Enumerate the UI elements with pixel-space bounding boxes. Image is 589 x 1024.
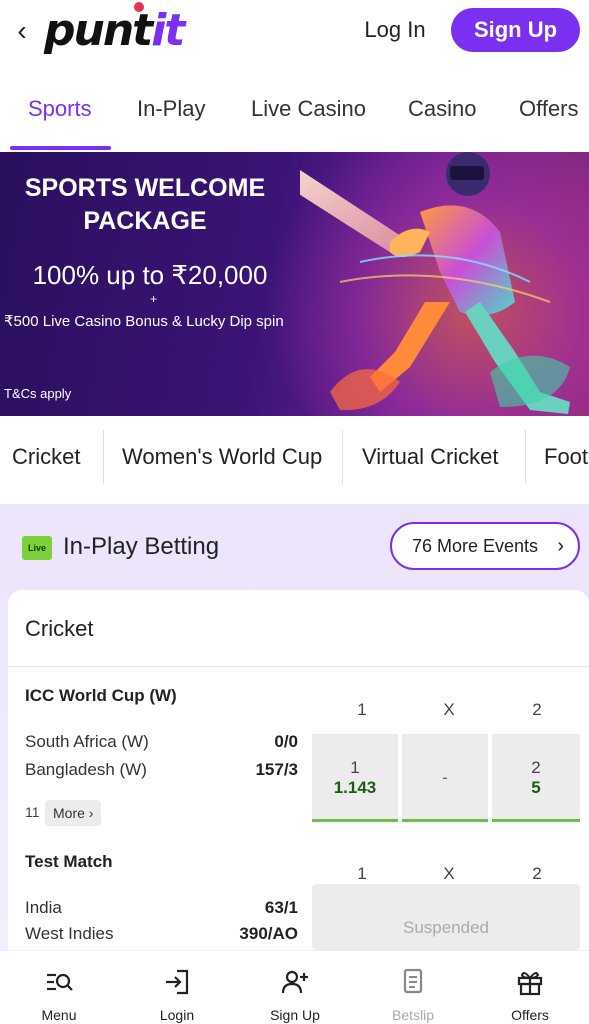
login-icon <box>166 969 189 995</box>
odds-indicator <box>402 819 488 822</box>
login-button[interactable]: Log In <box>358 12 432 48</box>
score-home: 63/1 <box>264 898 298 917</box>
competition-name: ICC World Cup (W) <box>25 686 177 705</box>
nav-sign-up[interactable]: Sign Up <box>236 951 354 1024</box>
logo-ball-icon <box>134 2 144 12</box>
competition-name: Test Match <box>25 852 113 871</box>
cricket-card: Cricket ICC World Cup (W) 1 X 2 South Af… <box>8 590 589 970</box>
bottom-nav: Menu Login Sign Up Betslip Offers <box>0 950 589 1024</box>
gift-icon <box>517 972 543 996</box>
nav-label: Sign Up <box>270 1007 320 1023</box>
nav-login[interactable]: Login <box>118 951 236 1024</box>
more-markets-button[interactable]: More › <box>45 800 102 826</box>
nav-label: Offers <box>511 1007 549 1023</box>
column-head-1: 1 <box>357 700 367 719</box>
chip-womens-world-cup[interactable]: Women's World Cup <box>122 438 322 476</box>
cricketer-illustration <box>300 152 570 414</box>
odds-value: 1.143 <box>333 778 377 797</box>
chip-virtual-cricket[interactable]: Virtual Cricket <box>362 438 499 476</box>
odds-value: 5 <box>531 778 541 797</box>
more-events-button[interactable]: 76 More Events › <box>390 522 580 570</box>
column-head-x: X <box>443 864 455 883</box>
odds-draw-value: - <box>442 768 448 787</box>
suspended-status: Suspended <box>312 884 580 950</box>
team-home: India <box>25 898 62 917</box>
team-home: South Africa (W) <box>25 732 149 751</box>
nav-label: Menu <box>41 1007 77 1023</box>
logo[interactable]: puntit <box>44 4 185 58</box>
score-away: 157/3 <box>255 760 298 779</box>
nav-label: Betslip <box>391 1007 435 1023</box>
sport-chips: Cricket Women's World Cup Virtual Cricke… <box>0 416 589 504</box>
nav-offers[interactable]: Offers <box>471 951 589 1024</box>
score-away: 390/AO <box>239 924 298 943</box>
odds-label: 1 <box>350 758 360 777</box>
banner-title: SPORTS WELCOME PACKAGE <box>0 172 290 238</box>
chip-football[interactable]: Foot <box>544 438 588 476</box>
in-play-title: In-Play Betting <box>63 533 220 560</box>
odds-home-button[interactable]: 1 1.143 <box>312 734 398 820</box>
logo-text-part2: it <box>151 5 185 56</box>
chip-divider <box>525 430 526 484</box>
team-away: Bangladesh (W) <box>25 760 147 779</box>
signup-button[interactable]: Sign Up <box>451 8 580 52</box>
banner-terms[interactable]: T&Cs apply <box>4 386 71 401</box>
nav-label: Login <box>159 1007 195 1023</box>
in-play-section: Live In-Play Betting 76 More Events › Cr… <box>0 504 589 970</box>
header: ‹ puntit Log In Sign Up <box>0 0 589 66</box>
more-events-label: 76 More Events <box>412 536 539 556</box>
odds-away-button[interactable]: 2 5 <box>492 734 580 820</box>
team-away: West Indies <box>25 924 114 943</box>
nav-menu[interactable]: Menu <box>0 951 118 1024</box>
divider <box>8 666 589 667</box>
markets-count: 11 <box>25 804 40 820</box>
betslip-icon <box>403 968 423 994</box>
odds-label: 2 <box>531 758 541 777</box>
banner-plus: + <box>150 292 158 306</box>
banner-offer: 100% up to ₹20,000 <box>32 260 268 290</box>
nav-betslip[interactable]: Betslip <box>354 951 472 1024</box>
chip-divider <box>342 430 343 484</box>
column-head-2: 2 <box>532 700 542 719</box>
score-home: 0/0 <box>274 732 298 751</box>
logo-text-part1: punt <box>44 5 153 56</box>
tab-sports[interactable]: Sports <box>28 94 92 124</box>
menu-search-icon <box>47 973 73 991</box>
more-label: More <box>53 805 85 821</box>
odds-draw-button[interactable]: - <box>402 734 488 820</box>
banner-bonus: ₹500 Live Casino Bonus & Lucky Dip spin <box>4 313 284 330</box>
live-badge: Live <box>22 536 52 560</box>
add-user-icon <box>281 970 308 994</box>
card-title: Cricket <box>25 616 94 641</box>
odds-indicator <box>492 819 580 822</box>
chip-cricket[interactable]: Cricket <box>12 438 80 476</box>
promo-banner[interactable]: SPORTS WELCOME PACKAGE 100% up to ₹20,00… <box>0 152 589 416</box>
column-head-1: 1 <box>357 864 367 883</box>
tab-offers[interactable]: Offers <box>519 94 579 124</box>
chip-divider <box>103 430 104 484</box>
active-tab-indicator <box>10 146 111 150</box>
top-tabs: Sports In-Play Live Casino Casino Offers <box>0 66 589 152</box>
back-arrow-icon[interactable]: ‹ <box>10 16 34 46</box>
chevron-right-icon: › <box>557 535 564 557</box>
column-head-x: X <box>443 700 455 719</box>
tab-live-casino[interactable]: Live Casino <box>251 94 366 124</box>
column-head-2: 2 <box>532 864 542 883</box>
tab-casino[interactable]: Casino <box>408 94 476 124</box>
banner-title-line1: SPORTS WELCOME <box>24 174 266 202</box>
odds-indicator <box>312 819 398 822</box>
banner-title-line2: PACKAGE <box>83 207 207 235</box>
tab-in-play[interactable]: In-Play <box>137 94 205 124</box>
